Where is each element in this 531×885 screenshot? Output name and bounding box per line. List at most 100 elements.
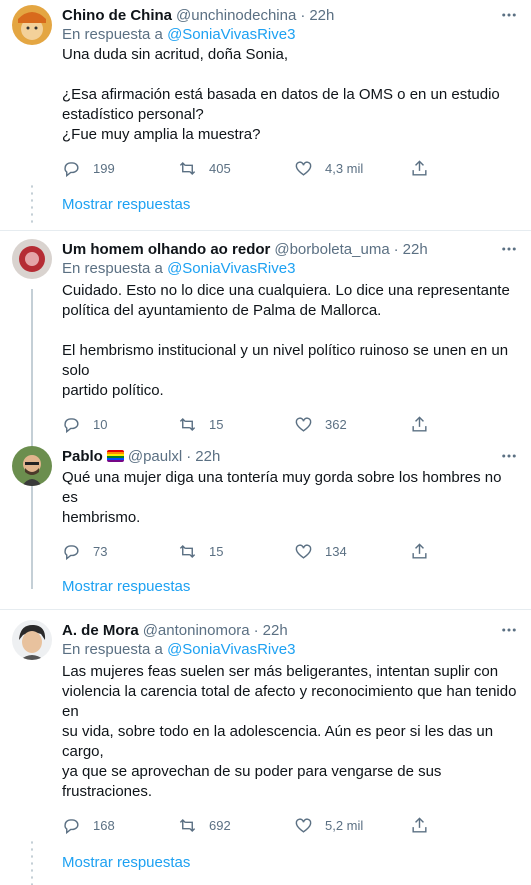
tweet-2[interactable]: Um homem olhando ao redor @borboleta_uma… bbox=[0, 231, 531, 589]
share-button[interactable] bbox=[410, 816, 441, 835]
like-button[interactable]: 4,3 mil bbox=[294, 159, 410, 178]
show-replies-row: Mostrar respuestas bbox=[0, 839, 519, 885]
more-icon[interactable] bbox=[499, 5, 519, 25]
retweet-button[interactable]: 405 bbox=[178, 159, 294, 178]
reply-mention[interactable]: @SoniaVivasRive3 bbox=[167, 260, 295, 277]
retweet-icon bbox=[179, 544, 196, 558]
like-icon bbox=[295, 543, 312, 559]
timestamp[interactable]: 22h bbox=[309, 7, 334, 24]
share-icon bbox=[412, 159, 427, 176]
reply-context: En respuesta a @SoniaVivasRive3 bbox=[62, 25, 519, 45]
like-button[interactable]: 5,2 mil bbox=[294, 816, 410, 835]
text-line: Qué una mujer diga una tontería muy gord… bbox=[62, 469, 502, 506]
author-handle[interactable]: @borboleta_uma bbox=[274, 241, 389, 258]
reply-prefix: En respuesta a bbox=[62, 26, 163, 43]
action-bar: 199 405 4,3 mil bbox=[62, 158, 462, 178]
text-line: ¿Fue muy amplia la muestra? bbox=[62, 126, 261, 143]
like-count: 362 bbox=[325, 416, 347, 432]
tweet-text: Una duda sin acritud, doña Sonia, ¿Esa a… bbox=[62, 45, 519, 145]
thread-dots bbox=[31, 183, 33, 225]
text-line: ya que se aprovechan de su poder para ve… bbox=[62, 763, 442, 800]
separator-dot: · bbox=[300, 6, 306, 24]
timestamp[interactable]: 22h bbox=[263, 622, 288, 639]
avatar[interactable] bbox=[12, 5, 52, 45]
reply-button[interactable]: 73 bbox=[62, 542, 178, 561]
tweet-4[interactable]: A. de Mora @antoninomora · 22h En respue… bbox=[0, 610, 531, 885]
reply-count: 10 bbox=[93, 416, 108, 432]
retweet-count: 15 bbox=[209, 416, 224, 432]
retweet-icon bbox=[179, 417, 196, 431]
tweet-1[interactable]: Chino de China @unchinodechina · 22h En … bbox=[0, 0, 531, 225]
reply-count: 168 bbox=[93, 817, 115, 833]
like-icon bbox=[295, 160, 312, 176]
reply-count: 73 bbox=[93, 543, 108, 559]
retweet-count: 405 bbox=[209, 160, 231, 176]
show-replies-link[interactable]: Mostrar respuestas bbox=[62, 196, 190, 213]
retweet-icon bbox=[179, 161, 196, 175]
tweet-text: Las mujeres feas suelen ser más beligera… bbox=[62, 662, 519, 802]
like-icon bbox=[295, 817, 312, 833]
share-icon bbox=[412, 816, 427, 833]
reply-context: En respuesta a @SoniaVivasRive3 bbox=[62, 259, 519, 279]
share-icon bbox=[412, 542, 427, 559]
action-bar: 10 15 362 bbox=[62, 414, 462, 434]
avatar[interactable] bbox=[12, 446, 52, 486]
tweet-text: Cuidado. Esto no lo dice una cualquiera.… bbox=[62, 281, 519, 401]
author-name[interactable]: Chino de China bbox=[62, 7, 172, 24]
reply-icon bbox=[64, 417, 79, 433]
reply-button[interactable]: 10 bbox=[62, 415, 178, 434]
author-name[interactable]: Pablo bbox=[62, 448, 103, 465]
show-replies-link[interactable]: Mostrar respuestas bbox=[62, 578, 190, 595]
reply-context: En respuesta a @SoniaVivasRive3 bbox=[62, 640, 519, 660]
avatar[interactable] bbox=[12, 239, 52, 279]
reply-icon bbox=[64, 161, 79, 177]
reply-count: 199 bbox=[93, 160, 115, 176]
separator-dot: · bbox=[393, 240, 399, 258]
like-icon bbox=[295, 416, 312, 432]
author-handle[interactable]: @antoninomora bbox=[143, 622, 250, 639]
more-icon[interactable] bbox=[499, 620, 519, 640]
retweet-button[interactable]: 15 bbox=[178, 542, 294, 561]
rainbow-flag-icon bbox=[106, 450, 124, 462]
retweet-count: 15 bbox=[209, 543, 224, 559]
show-replies-link[interactable]: Mostrar respuestas bbox=[62, 854, 190, 871]
reply-button[interactable]: 168 bbox=[62, 816, 178, 835]
like-count: 134 bbox=[325, 543, 347, 559]
share-button[interactable] bbox=[410, 159, 441, 178]
avatar[interactable] bbox=[12, 620, 52, 660]
author-name[interactable]: A. de Mora bbox=[62, 622, 139, 639]
author-handle[interactable]: @paulxl bbox=[128, 448, 182, 465]
share-button[interactable] bbox=[410, 415, 441, 434]
like-button[interactable]: 134 bbox=[294, 542, 410, 561]
like-count: 4,3 mil bbox=[325, 160, 364, 176]
text-line: su vida, sobre todo en la adolescencia. … bbox=[62, 723, 494, 760]
like-button[interactable]: 362 bbox=[294, 415, 410, 434]
more-icon[interactable] bbox=[499, 446, 519, 466]
retweet-button[interactable]: 692 bbox=[178, 816, 294, 835]
separator-dot: · bbox=[253, 621, 259, 639]
show-replies-row: Mostrar respuestas bbox=[0, 183, 519, 225]
text-line: violencia la carencia total de afecto y … bbox=[62, 683, 517, 720]
text-line: política del ayuntamiento de Palma de Ma… bbox=[62, 302, 382, 319]
reply-button[interactable]: 199 bbox=[62, 159, 178, 178]
reply-mention[interactable]: @SoniaVivasRive3 bbox=[167, 641, 295, 658]
author-name[interactable]: Um homem olhando ao redor bbox=[62, 241, 270, 258]
share-button[interactable] bbox=[410, 542, 441, 561]
tweet-3[interactable]: Pablo @paulxl · 22h Qué una mujer diga u… bbox=[0, 434, 531, 609]
reply-icon bbox=[64, 544, 79, 560]
text-line: estadístico personal? bbox=[62, 106, 204, 123]
author-handle[interactable]: @unchinodechina bbox=[176, 7, 296, 24]
text-line: hembrismo. bbox=[62, 509, 141, 526]
action-bar: 73 15 134 bbox=[62, 541, 462, 561]
text-line: Cuidado. Esto no lo dice una cualquiera.… bbox=[62, 282, 510, 299]
timestamp[interactable]: 22h bbox=[403, 241, 428, 258]
like-count: 5,2 mil bbox=[325, 817, 364, 833]
more-icon[interactable] bbox=[499, 239, 519, 259]
retweet-icon bbox=[179, 818, 196, 832]
retweet-count: 692 bbox=[209, 817, 231, 833]
retweet-button[interactable]: 15 bbox=[178, 415, 294, 434]
timestamp[interactable]: 22h bbox=[195, 448, 220, 465]
text-line: ¿Esa afirmación está basada en datos de … bbox=[62, 86, 500, 103]
reply-mention[interactable]: @SoniaVivasRive3 bbox=[167, 26, 295, 43]
text-line: El hembrismo institucional y un nivel po… bbox=[62, 342, 509, 379]
